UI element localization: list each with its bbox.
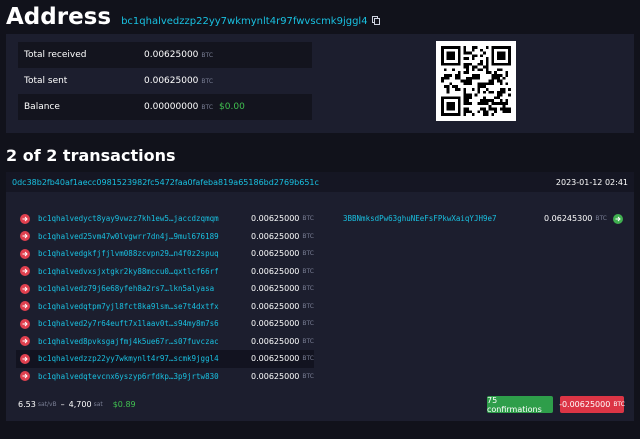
input-unit: BTC: [302, 320, 314, 328]
address-hash[interactable]: bc1qhalvedzzp22yy7wkmynlt4r97fwvscmk9jgg…: [121, 16, 368, 27]
stat-label: Balance: [24, 102, 60, 112]
fee-separator: –: [60, 400, 65, 409]
arrow-right-icon[interactable]: [613, 213, 623, 224]
arrow-right-icon[interactable]: [20, 248, 30, 259]
input-address-link[interactable]: bc1qhalvedqtpm7yjl8fct8ka9lsm…se7t4dxtfx: [38, 302, 251, 311]
page-title: Address: [6, 4, 112, 30]
stat-label: Total sent: [24, 76, 68, 86]
input-amount: 0.00625000: [251, 284, 300, 294]
transaction-fee: 6.53 sat/vB – 4,700 sat $0.89: [18, 400, 136, 409]
transaction-time: 2023-01-12 02:41: [555, 177, 628, 187]
stat-row-total-received: Total received 0.00625000 BTC: [18, 42, 312, 68]
stat-row-total-sent: Total sent 0.00625000 BTC: [18, 68, 312, 94]
arrow-right-icon[interactable]: [20, 213, 30, 224]
stat-value: 0.00000000: [144, 102, 199, 112]
fee-usd: $0.89: [112, 400, 136, 409]
page-header: Address bc1qhalvedzzp22yy7wkmynlt4r97fwv…: [6, 4, 380, 34]
input-unit: BTC: [302, 372, 314, 380]
input-amount: 0.00625000: [251, 371, 300, 381]
net-amount: -0.00625000: [559, 400, 611, 409]
input-unit: BTC: [302, 250, 314, 258]
input-row: bc1qhalvedz79j6e68yfeh8a2rs7…lkn5alyasa …: [16, 280, 314, 298]
transaction-outputs: 3BBNmksdPw63ghuNEeFsFPkwXaiqYJH9e7 0.062…: [343, 210, 623, 228]
arrow-right-icon[interactable]: [20, 318, 30, 329]
stat-label: Total received: [24, 50, 87, 60]
input-address-link[interactable]: bc1qhalvedgkfjfjlvm088zcvpn29…n4f0z2spuq: [38, 249, 251, 258]
input-amount: 0.00625000: [251, 214, 300, 224]
input-amount: 0.00625000: [251, 249, 300, 259]
input-unit: BTC: [302, 215, 314, 223]
input-row: bc1qhalvedyct8yay9vwzz7kh1ew5…jaccdzqmqm…: [16, 210, 314, 228]
fee-sats: 4,700: [68, 400, 92, 409]
input-row: bc1qhalved25vm47w0lvgwrr7dn4j…9mul676189…: [16, 228, 314, 246]
stat-value: 0.00625000: [144, 50, 199, 60]
stat-unit: BTC: [201, 77, 214, 85]
arrow-right-icon[interactable]: [20, 336, 30, 347]
output-unit: BTC: [595, 215, 607, 223]
input-unit: BTC: [302, 302, 314, 310]
input-unit: BTC: [302, 267, 314, 275]
net-amount-badge: -0.00625000 BTC: [559, 396, 625, 413]
output-address-link[interactable]: 3BBNmksdPw63ghuNEeFsFPkwXaiqYJH9e7: [343, 214, 544, 223]
input-row: bc1qhalvedgkfjfjlvm088zcvpn29…n4f0z2spuq…: [16, 245, 314, 263]
stat-unit: BTC: [201, 51, 214, 59]
input-amount: 0.00625000: [251, 336, 300, 346]
input-unit: BTC: [302, 355, 314, 363]
input-address-link[interactable]: bc1qhalvedyct8yay9vwzz7kh1ew5…jaccdzqmqm: [38, 214, 251, 223]
input-row: bc1qhalvedqtevcnx6yszyp6rfdkp…3p9jrtw830…: [16, 368, 314, 386]
input-unit: BTC: [302, 285, 314, 293]
confirmations-badge: 75 confirmations: [487, 396, 553, 414]
input-row: bc1qhalvedqtpm7yjl8fct8ka9lsm…se7t4dxtfx…: [16, 298, 314, 316]
input-unit: BTC: [302, 232, 314, 240]
input-address-link[interactable]: bc1qhalved8pvksgajfmj4k5ue67r…s07fuvczac: [38, 337, 251, 346]
input-amount: 0.00625000: [251, 301, 300, 311]
address-summary-card: Total received 0.00625000 BTC Total sent…: [6, 34, 634, 133]
stat-row-balance: Balance 0.00000000 BTC $0.00: [18, 94, 312, 120]
input-row: bc1qhalved8pvksgajfmj4k5ue67r…s07fuvczac…: [16, 333, 314, 351]
input-row: bc1qhalvedvxsjxtgkr2ky88mccu0…qxtlcf66rf…: [16, 263, 314, 281]
transaction-header: 0dc38b2fb40af1aecc0981523982fc5472faa0fa…: [6, 172, 634, 192]
input-amount: 0.00625000: [251, 319, 300, 329]
input-amount: 0.00625000: [251, 266, 300, 276]
arrow-right-icon[interactable]: [20, 283, 30, 294]
fee-sats-unit: sat: [93, 401, 103, 408]
output-row: 3BBNmksdPw63ghuNEeFsFPkwXaiqYJH9e7 0.062…: [343, 210, 623, 228]
output-amount: 0.06245300: [544, 214, 593, 224]
transaction-inputs: bc1qhalvedyct8yay9vwzz7kh1ew5…jaccdzqmqm…: [16, 210, 314, 385]
arrow-right-icon[interactable]: [20, 301, 30, 312]
address-stats-table: Total received 0.00625000 BTC Total sent…: [18, 42, 312, 120]
input-unit: BTC: [302, 337, 314, 345]
input-address-link[interactable]: bc1qhalvedqtevcnx6yszyp6rfdkp…3p9jrtw830: [38, 372, 251, 381]
arrow-right-icon[interactable]: [20, 266, 30, 277]
net-amount-unit: BTC: [613, 401, 625, 408]
arrow-right-icon[interactable]: [20, 371, 30, 382]
input-address-link[interactable]: bc1qhalvedvxsjxtgkr2ky88mccu0…qxtlcf66rf: [38, 267, 251, 276]
transaction-card: 0dc38b2fb40af1aecc0981523982fc5472faa0fa…: [6, 172, 634, 421]
transactions-heading: 2 of 2 transactions: [6, 146, 176, 165]
input-address-link[interactable]: bc1qhalved25vm47w0lvgwrr7dn4j…9mul676189: [38, 232, 251, 241]
input-address-link[interactable]: bc1qhalvedzzp22yy7wkmynlt4r97…scmk9jggl4: [38, 354, 251, 363]
arrow-right-icon[interactable]: [20, 353, 30, 364]
fee-rate: 6.53: [18, 400, 36, 409]
input-row-current-address: bc1qhalvedzzp22yy7wkmynlt4r97…scmk9jggl4…: [16, 350, 314, 368]
arrow-right-icon[interactable]: [20, 231, 30, 242]
stat-unit: BTC: [201, 103, 214, 111]
input-address-link[interactable]: bc1qhalved2y7r64euft7x1laav0t…s94my8m7s6: [38, 319, 251, 328]
balance-usd: $0.00: [219, 102, 245, 112]
input-address-link[interactable]: bc1qhalvedz79j6e68yfeh8a2rs7…lkn5alyasa: [38, 284, 251, 293]
input-amount: 0.00625000: [251, 231, 300, 241]
fee-rate-unit: sat/vB: [37, 401, 57, 408]
stat-value: 0.00625000: [144, 76, 199, 86]
copy-icon[interactable]: [371, 10, 380, 25]
transaction-id-link[interactable]: 0dc38b2fb40af1aecc0981523982fc5472faa0fa…: [12, 178, 319, 187]
address-qr-code: [436, 41, 516, 121]
input-amount: 0.00625000: [251, 354, 300, 364]
input-row: bc1qhalved2y7r64euft7x1laav0t…s94my8m7s6…: [16, 315, 314, 333]
